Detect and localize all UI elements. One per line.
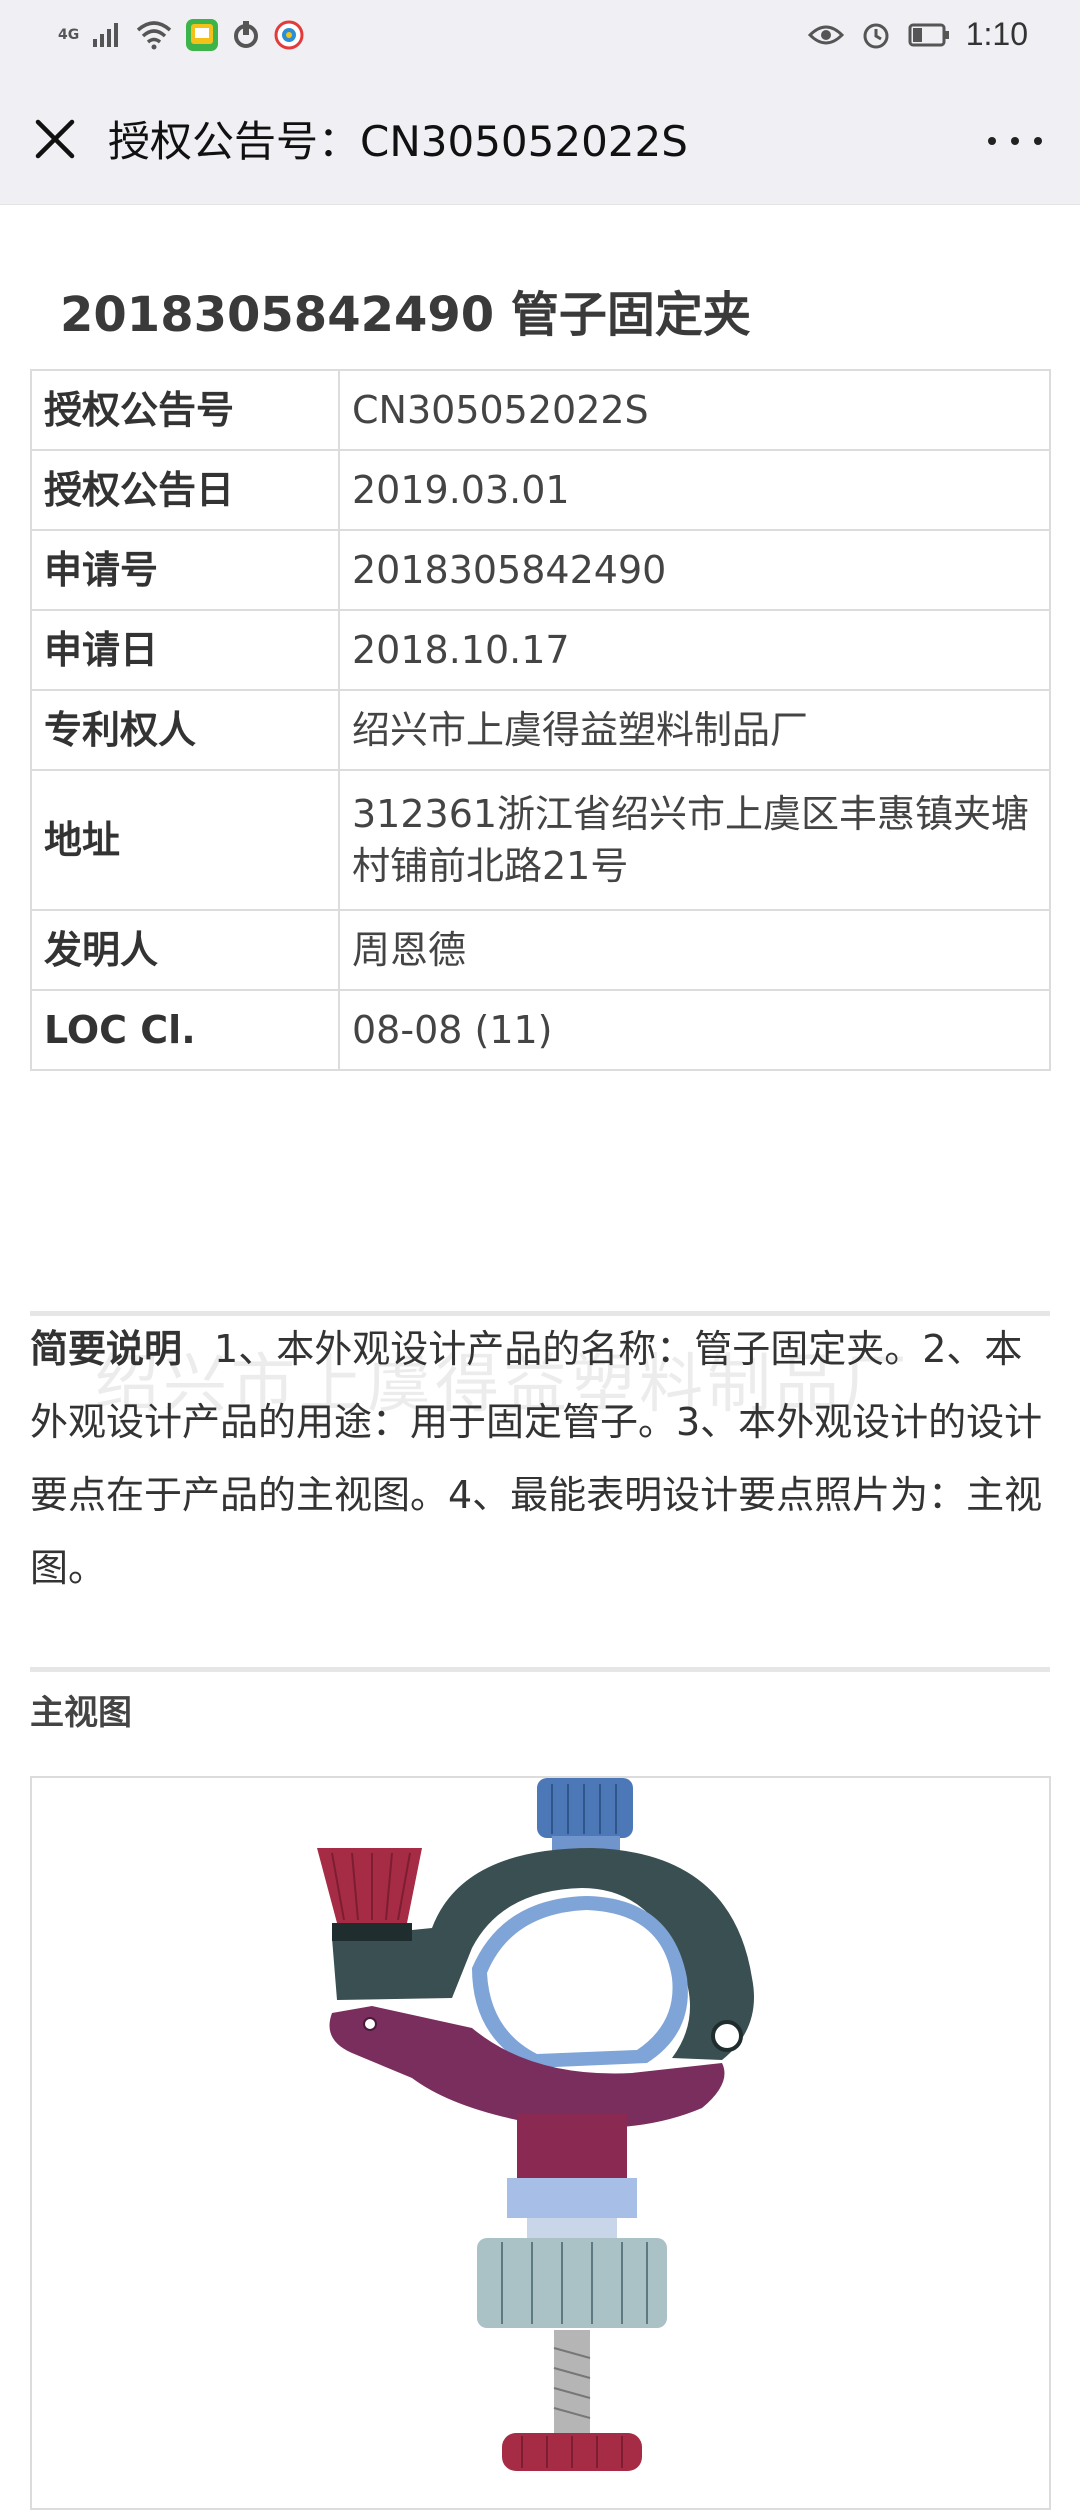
row-key: 授权公告号 <box>30 369 340 451</box>
row-key: 授权公告日 <box>30 449 340 531</box>
app-bar: 授权公告号：CN305052022S <box>0 74 1080 205</box>
signal-icon <box>93 23 119 47</box>
summary: 简要说明 1、本外观设计产品的名称：管子固定夹。2、本外观设计产品的用途：用于固定… <box>30 1313 1055 1605</box>
figure-label: 主视图 <box>30 1693 132 1733</box>
clock: 1:10 <box>965 16 1028 52</box>
row-value: 2018305842490 <box>338 529 1051 611</box>
network-type: 4G <box>58 27 80 43</box>
row-value: 2019.03.01 <box>338 449 1051 531</box>
weibo-icon <box>274 20 304 50</box>
status-left: 4G <box>58 18 305 52</box>
patent-info-table: 授权公告号 CN305052022S 授权公告日 2019.03.01 申请号 … <box>30 369 1051 1071</box>
table-row: 申请日 2018.10.17 <box>30 609 1051 691</box>
table-row: 授权公告号 CN305052022S <box>30 369 1051 451</box>
app-icon <box>186 19 219 51</box>
row-value: 周恩德 <box>338 909 1051 991</box>
row-value: 312361浙江省绍兴市上虞区丰惠镇夹塘村铺前北路21号 <box>338 769 1051 911</box>
page-title: 授权公告号：CN305052022S <box>108 117 688 166</box>
close-button[interactable] <box>24 108 86 170</box>
close-icon <box>35 119 75 159</box>
row-value: 08-08 (11) <box>338 989 1051 1071</box>
battery-icon <box>908 23 949 46</box>
more-icon-dot <box>1010 137 1019 145</box>
status-bar: 4G 1:10 <box>0 0 1080 74</box>
more-icon <box>987 137 996 145</box>
taobao-icon <box>234 21 259 48</box>
row-key: 发明人 <box>30 909 340 991</box>
row-key: 申请日 <box>30 609 340 691</box>
more-icon-dot <box>1034 137 1043 145</box>
row-key: 地址 <box>30 769 340 911</box>
section-divider <box>30 1667 1050 1672</box>
row-key: 专利权人 <box>30 689 340 771</box>
status-right: 1:10 <box>807 16 1028 53</box>
table-row: 授权公告日 2019.03.01 <box>30 449 1051 531</box>
table-row: 专利权人 绍兴市上虞得益塑料制品厂 <box>30 689 1051 771</box>
summary-label: 简要说明 <box>30 1327 183 1371</box>
alarm-icon <box>863 23 889 48</box>
eye-icon <box>807 25 844 44</box>
pipe-clamp-illustration <box>317 1778 754 2471</box>
table-row: 发明人 周恩德 <box>30 909 1051 991</box>
row-value: 2018.10.17 <box>338 609 1051 691</box>
table-row: 申请号 2018305842490 <box>30 529 1051 611</box>
row-key: 申请号 <box>30 529 340 611</box>
table-row: LOC Cl. 08-08 (11) <box>30 989 1051 1071</box>
document-title: 2018305842490 管子固定夹 <box>60 287 751 343</box>
row-value: CN305052022S <box>338 369 1051 451</box>
row-value: 绍兴市上虞得益塑料制品厂 <box>338 689 1051 771</box>
more-button[interactable] <box>980 116 1050 166</box>
row-key: LOC Cl. <box>30 989 340 1071</box>
wifi-icon <box>137 21 172 50</box>
main-view-figure[interactable] <box>30 1776 1051 2510</box>
table-row: 地址 312361浙江省绍兴市上虞区丰惠镇夹塘村铺前北路21号 <box>30 769 1051 911</box>
